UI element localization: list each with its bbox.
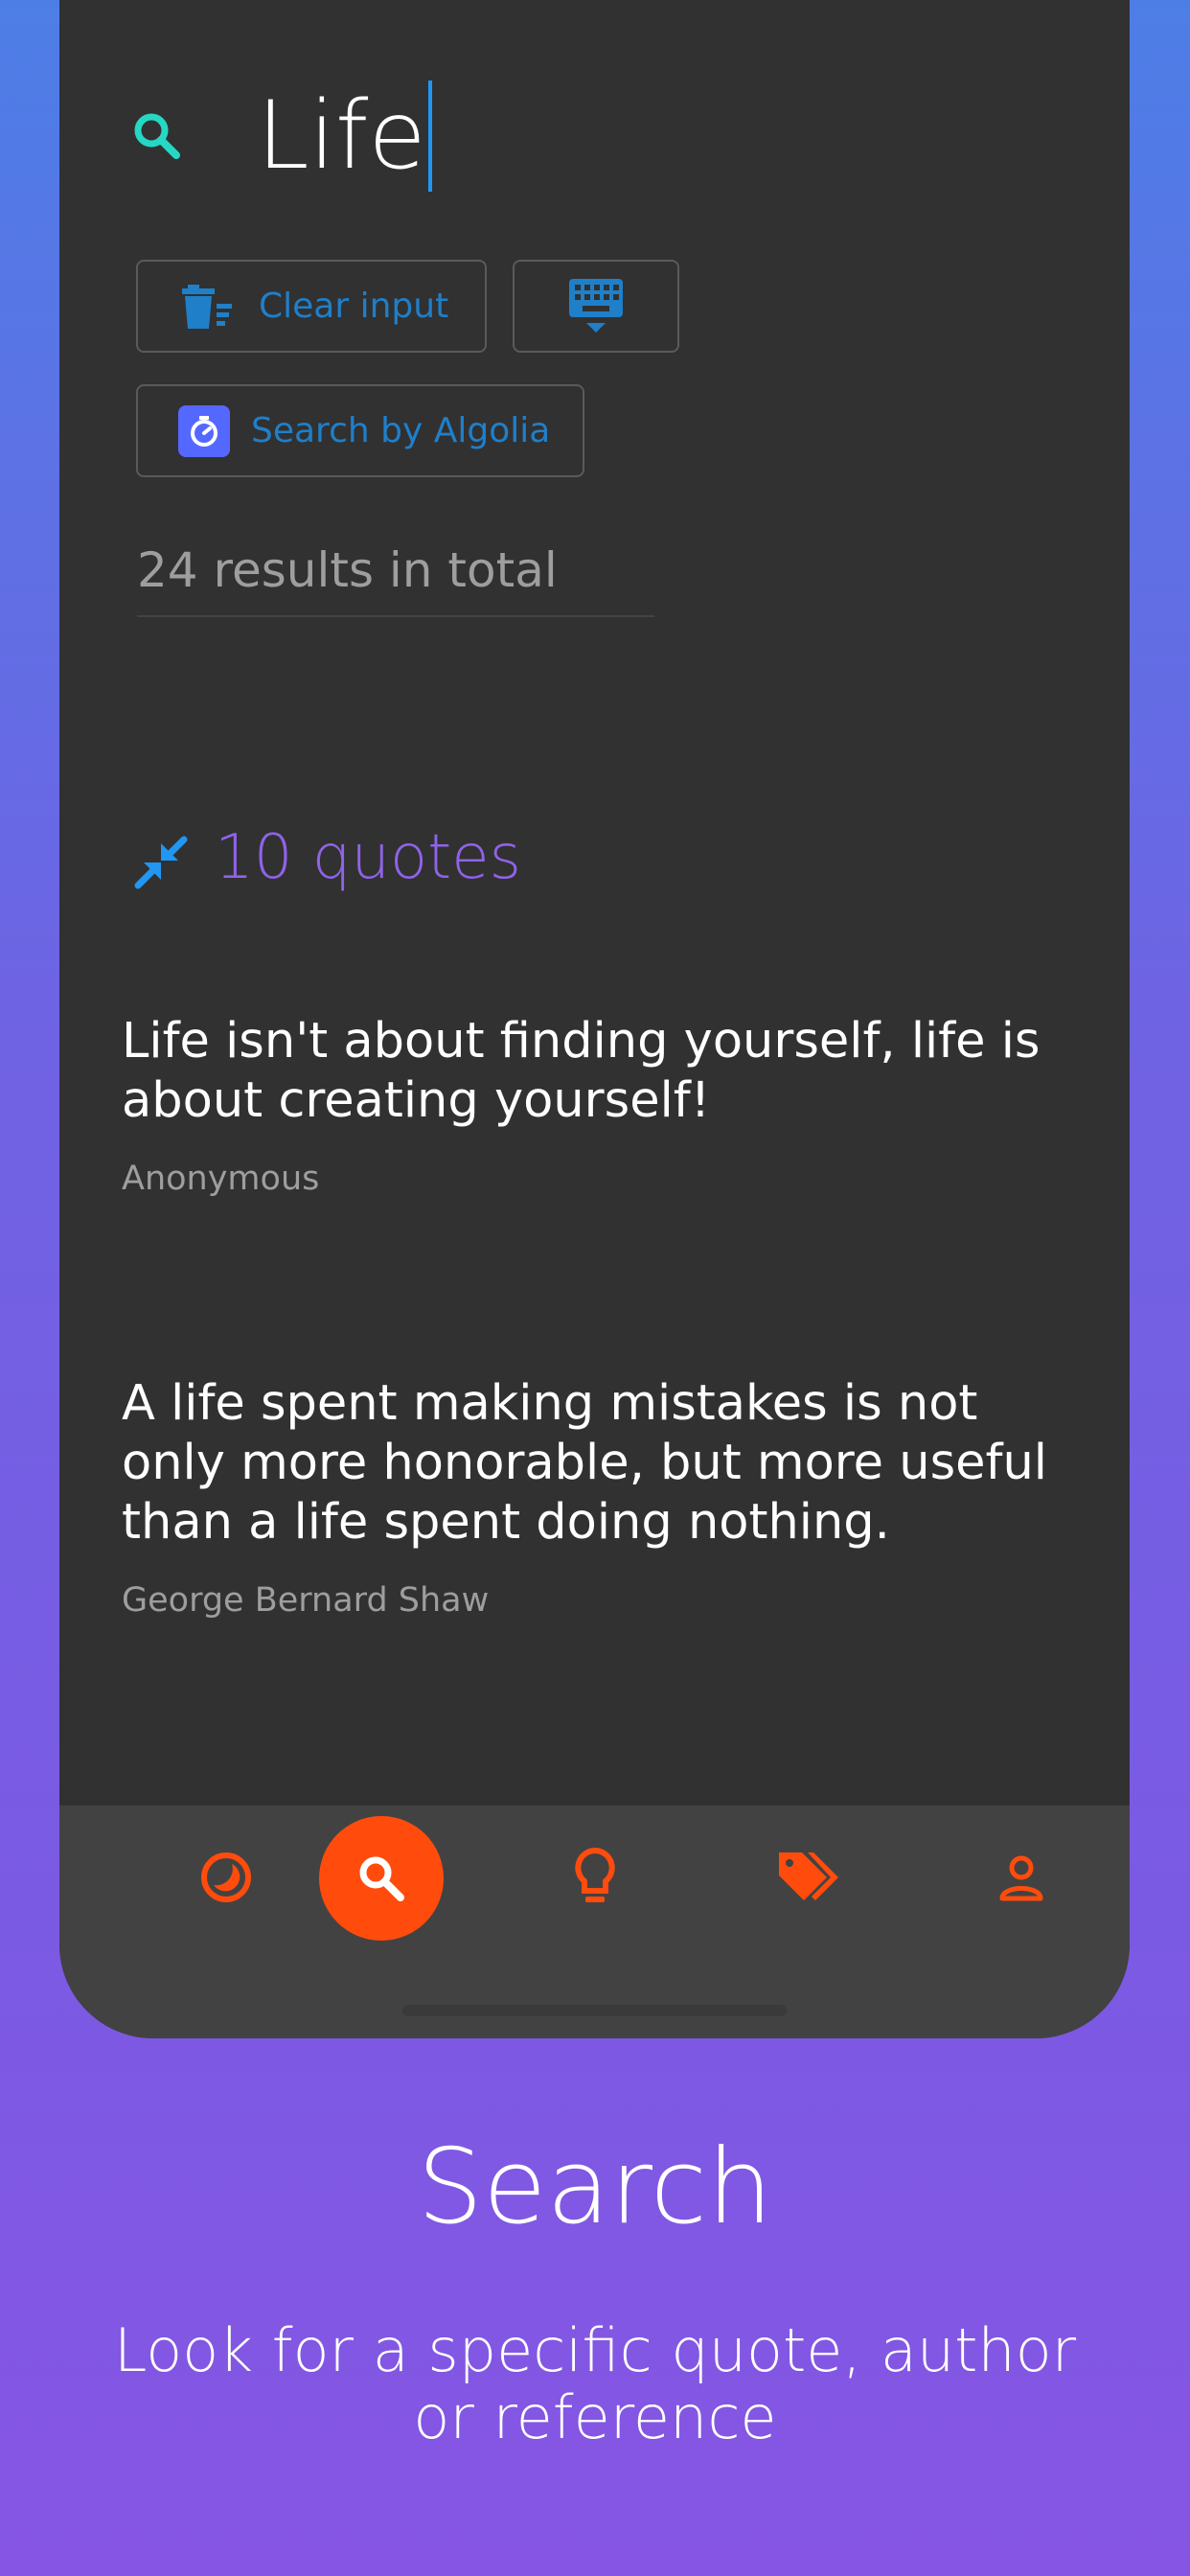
- home-indicator: [402, 2005, 787, 2016]
- results-count: 24 results in total: [137, 542, 654, 617]
- delete-sweep-icon: [182, 284, 232, 329]
- nav-recent-button[interactable]: [183, 1834, 269, 1920]
- quote-author[interactable]: George Bernard Shaw: [122, 1581, 489, 1620]
- algolia-label: Search by Algolia: [251, 411, 551, 450]
- quotes-count-heading: 10 quotes: [215, 822, 521, 893]
- quote-text[interactable]: A life spent making mistakes is not only…: [122, 1374, 1080, 1552]
- clear-input-button[interactable]: Clear input: [136, 260, 487, 353]
- phone-screen: Life Clear input Search by Algolia 24 re…: [59, 0, 1130, 2038]
- quote-author[interactable]: Anonymous: [122, 1160, 319, 1198]
- search-query-text: Life: [257, 81, 426, 191]
- clear-input-label: Clear input: [259, 287, 449, 326]
- algolia-logo-icon: [178, 404, 230, 457]
- promo-title: Search: [417, 2128, 773, 2247]
- nav-search-button[interactable]: [319, 1816, 444, 1941]
- search-input[interactable]: Life: [257, 77, 432, 196]
- nav-profile-button[interactable]: [978, 1834, 1064, 1920]
- person-icon: [999, 1855, 1043, 1901]
- compress-icon[interactable]: [132, 834, 190, 891]
- moon-recent-icon: [201, 1852, 251, 1902]
- promo-subtitle: Look for a specific quote, author or ref…: [113, 2315, 1077, 2452]
- nav-tags-button[interactable]: [767, 1834, 853, 1920]
- bottom-navigation: [59, 1806, 1130, 2038]
- search-by-algolia-button[interactable]: Search by Algolia: [136, 384, 584, 477]
- lightbulb-icon: [575, 1847, 615, 1902]
- search-icon: [359, 1856, 404, 1901]
- hide-keyboard-button[interactable]: [513, 260, 679, 353]
- text-caret: [427, 80, 432, 192]
- nav-ideas-button[interactable]: [552, 1834, 638, 1920]
- quote-text[interactable]: Life isn't about finding yourself, life …: [122, 1012, 1080, 1131]
- keyboard-hide-icon: [569, 278, 623, 333]
- tags-icon: [779, 1852, 838, 1900]
- search-icon: [128, 107, 186, 165]
